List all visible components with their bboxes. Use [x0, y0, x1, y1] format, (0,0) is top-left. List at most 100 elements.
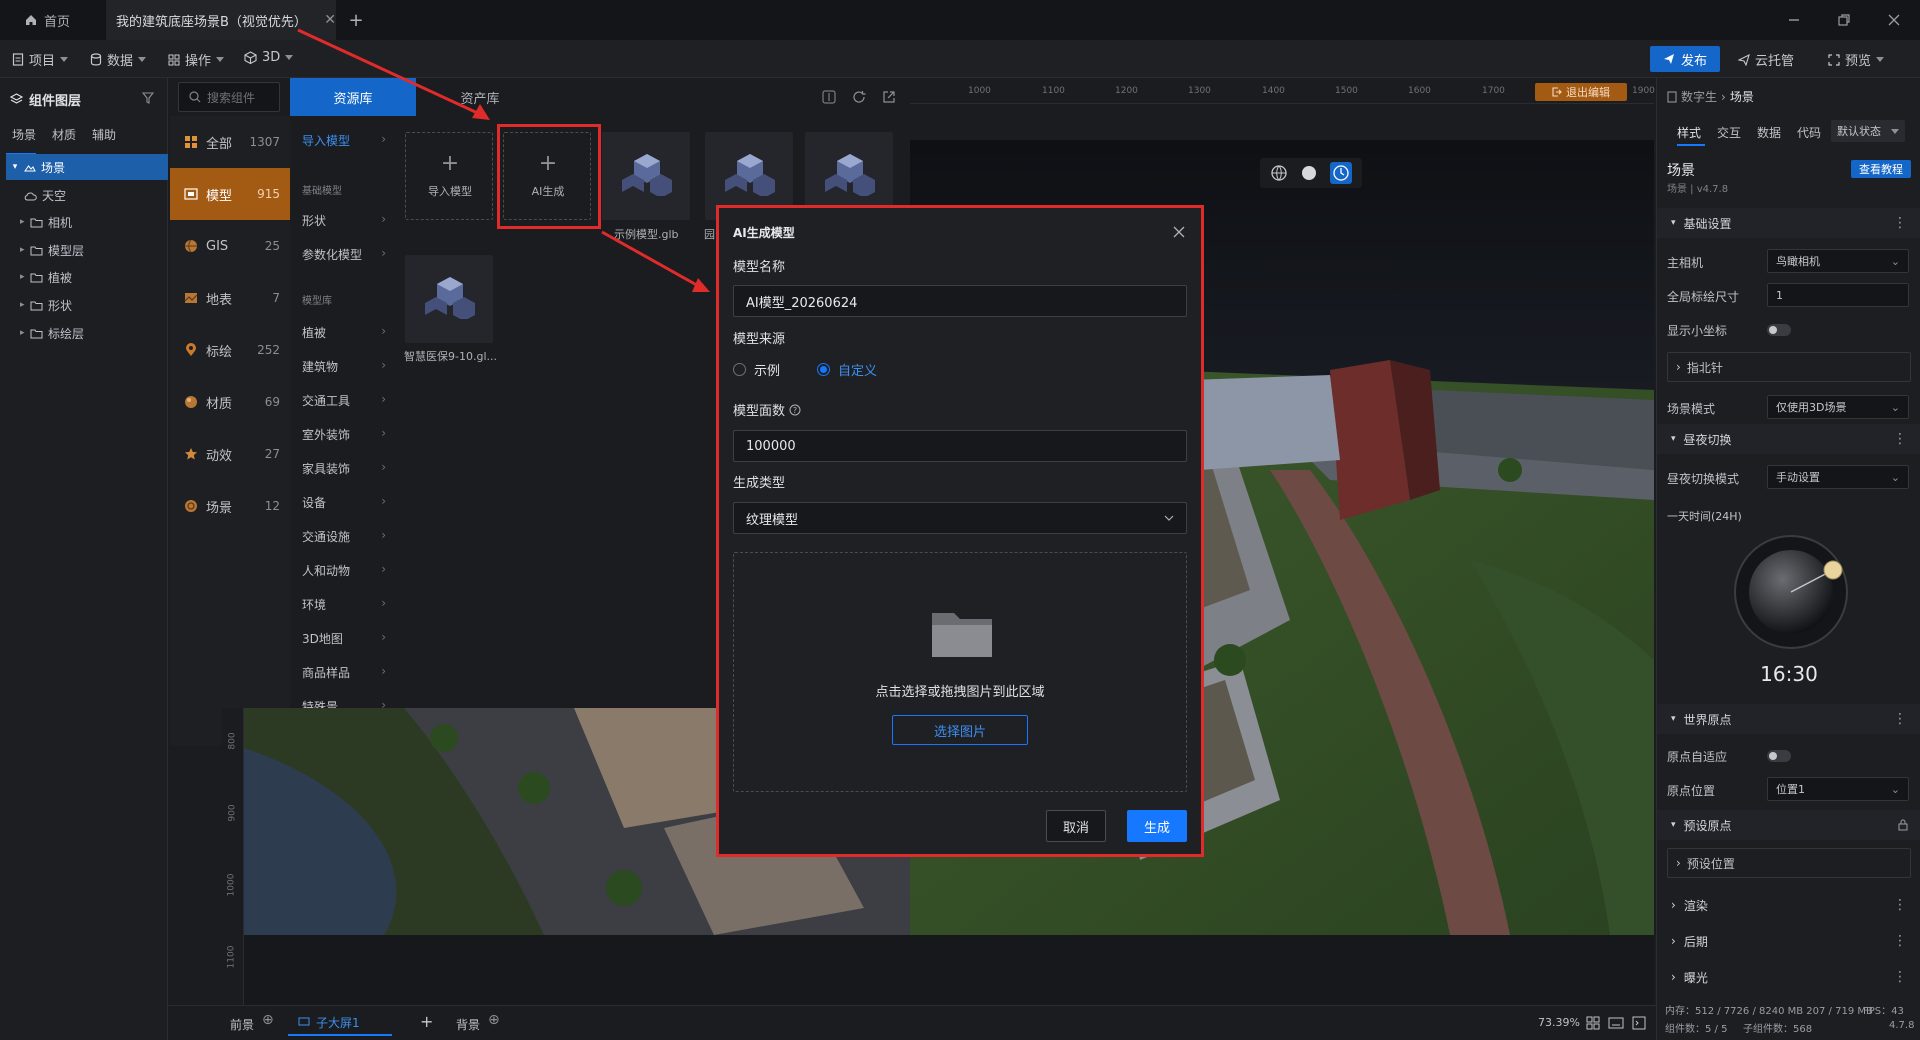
more-icon[interactable]: ⋮ [1893, 431, 1907, 447]
origin-pos-select[interactable]: 位置1 ⌄ [1767, 777, 1909, 801]
compass-item[interactable]: › 指北针 [1667, 352, 1911, 382]
fit-screen-icon[interactable] [1586, 1016, 1600, 1030]
tutorial-button[interactable]: 查看教程 [1851, 160, 1911, 178]
filter-icon[interactable] [142, 92, 154, 104]
menu-project[interactable]: 项目 [12, 50, 69, 69]
zoom-level[interactable]: 73.39% [1538, 1016, 1580, 1029]
daynight-mode-select[interactable]: 手动设置 ⌄ [1767, 465, 1909, 489]
model-name-input[interactable]: AI模型_20260624 [733, 285, 1187, 317]
tab-resource-library[interactable]: 资源库 [290, 78, 416, 116]
tab-style[interactable]: 样式 [1677, 124, 1701, 141]
refresh-icon[interactable] [852, 90, 866, 104]
section-basic[interactable]: ▾ 基础设置 ⋮ [1657, 208, 1920, 238]
origin-adapt-toggle[interactable] [1767, 750, 1791, 762]
section-daynight[interactable]: ▾ 昼夜切换 ⋮ [1657, 424, 1920, 454]
search-input[interactable]: 搜索组件 [178, 82, 280, 112]
tree-item-shape[interactable]: ▸ 形状 [20, 292, 182, 318]
section-origin[interactable]: ▾ 世界原点 ⋮ [1657, 704, 1920, 734]
add-circle-icon[interactable]: ⊕ [488, 1012, 500, 1028]
category-material[interactable]: 材质 69 [170, 376, 290, 428]
close-icon[interactable]: ✕ [324, 12, 336, 28]
publish-button[interactable]: 发布 [1650, 46, 1720, 72]
tab-material[interactable]: 材质 [52, 126, 76, 143]
restore-icon[interactable] [1834, 10, 1854, 30]
subcategory-traffic[interactable]: 交通设施 › [302, 528, 386, 545]
tree-item-camera[interactable]: ▸ 相机 [20, 209, 182, 235]
external-link-icon[interactable] [882, 90, 896, 104]
state-select[interactable]: 默认状态 [1831, 120, 1905, 142]
section-preset[interactable]: ▾ 预设原点 [1657, 810, 1920, 840]
import-model-card[interactable]: + 导入模型 [405, 132, 493, 220]
more-icon[interactable]: ⋮ [1893, 215, 1907, 231]
image-upload-area[interactable]: 点击选择或拖拽图片到此区域 选择图片 [733, 552, 1187, 792]
subcategory-outdoor[interactable]: 室外装饰 › [302, 426, 386, 443]
tab-scene[interactable]: 场景 [12, 126, 36, 143]
category-gis[interactable]: GIS 25 [170, 220, 290, 272]
screen-tab[interactable]: 子大屏1 [288, 1010, 392, 1036]
tab-code[interactable]: 代码 [1797, 124, 1821, 141]
subcategory-shape[interactable]: 形状 › [302, 212, 386, 229]
subcategory-parametric[interactable]: 参数化模型 › [302, 246, 386, 263]
generate-type-select[interactable]: 纹理模型 [733, 502, 1187, 534]
scene-mode-select[interactable]: 仅使用3D场景 ⌄ [1767, 395, 1909, 419]
clock-icon[interactable] [1330, 162, 1352, 184]
tab-home[interactable]: 首页 [14, 0, 104, 40]
terminal-icon[interactable] [1632, 1016, 1646, 1030]
section-render[interactable]: › 渲染 ⋮ [1657, 890, 1920, 920]
preset-position-item[interactable]: › 预设位置 [1667, 848, 1911, 878]
tab-interaction[interactable]: 交互 [1717, 124, 1741, 141]
subcategory-vehicle[interactable]: 交通工具 › [302, 392, 386, 409]
add-circle-icon[interactable]: ⊕ [262, 1012, 274, 1028]
subcategory-furniture[interactable]: 家具装饰 › [302, 460, 386, 477]
category-model[interactable]: 模型 915 [170, 168, 290, 220]
menu-3d[interactable]: 3D [244, 50, 294, 65]
tree-item-sky[interactable]: 天空 [24, 182, 186, 208]
foreground-label[interactable]: 前景 [230, 1016, 254, 1033]
help-icon[interactable]: ? [789, 404, 801, 416]
time-dial[interactable] [1731, 532, 1851, 652]
breadcrumb-item[interactable]: 数字生 [1681, 88, 1717, 105]
plus-icon[interactable]: + [420, 1012, 433, 1031]
tree-item-vegetation[interactable]: ▸ 植被 [20, 264, 182, 290]
source-radio-sample[interactable]: 示例 [733, 360, 780, 379]
subcategory-building[interactable]: 建筑物 › [302, 358, 386, 375]
grid-view-icon[interactable] [822, 90, 836, 104]
category-all[interactable]: 全部 1307 [170, 116, 290, 168]
subcategory-special[interactable]: 特殊景 › [302, 698, 386, 708]
more-icon[interactable]: ⋮ [1893, 711, 1907, 727]
subcategory-import[interactable]: 导入模型 › [302, 132, 386, 149]
tab-asset-library[interactable]: 资产库 [420, 78, 540, 116]
subcategory-vegetation[interactable]: 植被 › [302, 324, 386, 341]
more-icon[interactable]: ⋮ [1893, 933, 1907, 949]
show-axis-toggle[interactable] [1767, 324, 1791, 336]
generate-button[interactable]: 生成 [1127, 810, 1187, 842]
tab-data[interactable]: 数据 [1757, 124, 1781, 141]
keyboard-icon[interactable] [1608, 1017, 1624, 1029]
main-camera-select[interactable]: 鸟瞰相机 ⌄ [1767, 249, 1909, 273]
menu-data[interactable]: 数据 [90, 50, 147, 69]
subcategory-environment[interactable]: 环境 › [302, 596, 386, 613]
sphere-icon[interactable] [1300, 164, 1318, 182]
exit-edit-button[interactable]: 退出编辑 [1535, 83, 1627, 101]
source-radio-custom[interactable]: 自定义 [817, 360, 877, 379]
preview-button[interactable]: 预览 [1828, 50, 1885, 69]
model-faces-input[interactable]: 100000 [733, 430, 1187, 462]
background-label[interactable]: 背景 [456, 1016, 480, 1033]
close-icon[interactable] [1173, 226, 1185, 238]
model-card-hospital[interactable] [405, 255, 493, 343]
subcategory-3dmap[interactable]: 3D地图 › [302, 630, 386, 647]
minimize-icon[interactable] [1784, 10, 1804, 30]
category-marker[interactable]: 标绘 252 [170, 324, 290, 376]
globe-icon[interactable] [1270, 164, 1288, 182]
tree-item-scene[interactable]: ▾ 场景 [6, 154, 168, 180]
category-scene[interactable]: 场景 12 [170, 480, 290, 532]
model-card-sample[interactable] [602, 132, 690, 220]
new-tab-button[interactable]: + [344, 0, 368, 40]
tab-project[interactable]: 我的建筑底座场景B（视觉优先） ✕ [106, 0, 336, 40]
menu-operate[interactable]: 操作 [168, 50, 225, 69]
tab-assist[interactable]: 辅助 [92, 126, 116, 143]
more-icon[interactable]: ⋮ [1893, 897, 1907, 913]
marker-size-input[interactable]: 1 [1767, 283, 1909, 307]
category-effect[interactable]: 动效 27 [170, 428, 290, 480]
category-terrain[interactable]: 地表 7 [170, 272, 290, 324]
